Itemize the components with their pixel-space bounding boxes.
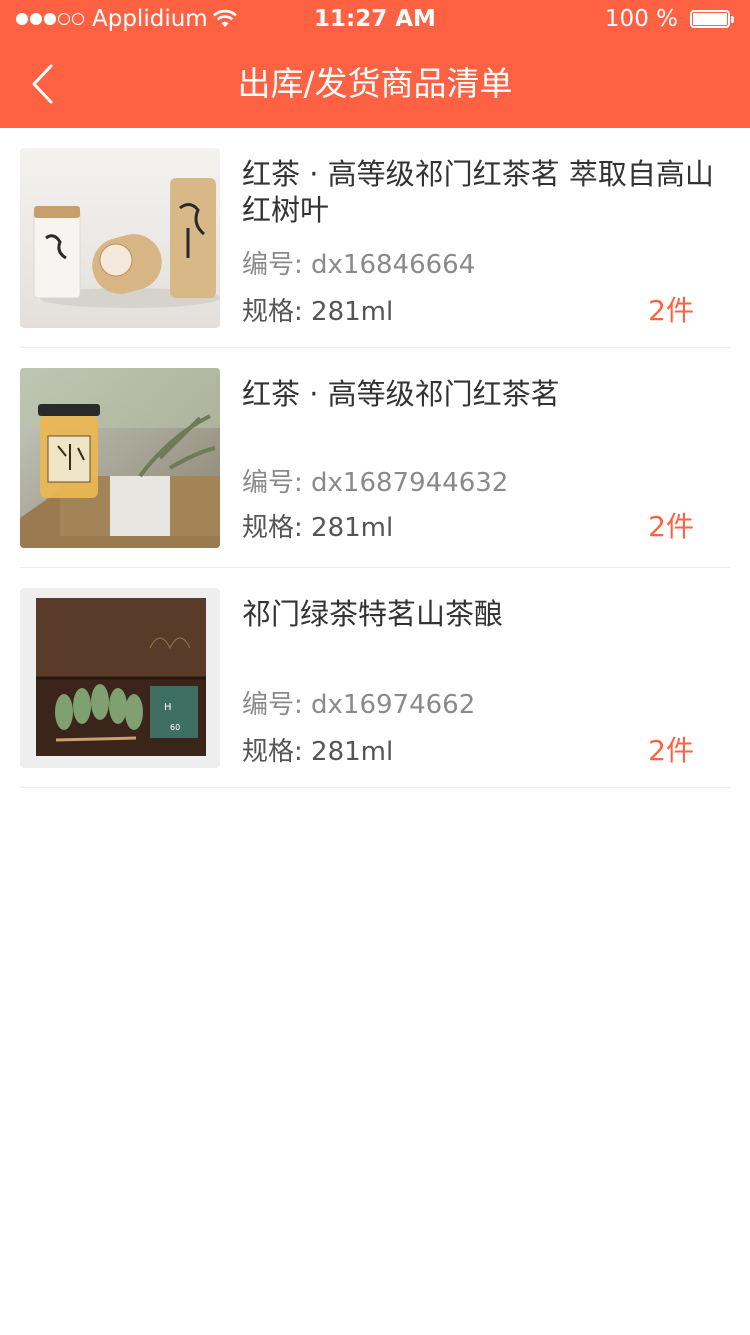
- product-image: H 60: [20, 588, 220, 768]
- product-spec-line: 规格: 281ml: [242, 737, 394, 767]
- battery-icon: [690, 10, 736, 30]
- svg-text:H: H: [164, 702, 172, 713]
- status-bar: Applidium 11:27 AM 100 %: [0, 0, 750, 40]
- product-code-line: 编号: dx1687944632: [242, 468, 509, 498]
- list-item[interactable]: 红茶 · 高等级祁门红茶茗 编号: dx1687944632 规格: 281ml…: [20, 348, 730, 568]
- page-title: 出库/发货商品清单: [237, 64, 513, 103]
- battery-percent: 100 %: [604, 6, 678, 32]
- product-quantity: 2件: [648, 510, 694, 543]
- header-bar: Applidium 11:27 AM 100 % 出库/发货商品清单: [0, 0, 750, 128]
- product-code: dx16974662: [311, 690, 476, 720]
- product-name: 红茶 · 高等级祁门红茶茗 萃取自高山红树叶: [242, 157, 714, 227]
- product-list: 红茶 · 高等级祁门红茶茗 萃取自高山红树叶 编号: dx16846664 规格…: [0, 128, 750, 788]
- product-spec: 281ml: [311, 737, 394, 767]
- product-code-line: 编号: dx16974662: [242, 690, 476, 720]
- product-spec: 281ml: [311, 513, 394, 543]
- product-code-line: 编号: dx16846664: [242, 250, 476, 280]
- product-code: dx16846664: [311, 250, 476, 280]
- product-spec-line: 规格: 281ml: [242, 297, 394, 327]
- product-image: [20, 368, 220, 548]
- list-item[interactable]: H 60 祁门绿茶特茗山茶酿 编号: dx16974662 规格: 281ml …: [20, 568, 730, 788]
- product-spec: 281ml: [311, 297, 394, 327]
- product-quantity: 2件: [648, 294, 694, 327]
- product-image: [20, 148, 220, 328]
- product-name: 祁门绿茶特茗山茶酿: [242, 597, 504, 631]
- product-spec-line: 规格: 281ml: [242, 513, 394, 543]
- product-quantity: 2件: [648, 734, 694, 767]
- product-name: 红茶 · 高等级祁门红茶茗: [242, 377, 560, 411]
- list-item[interactable]: 红茶 · 高等级祁门红茶茗 萃取自高山红树叶 编号: dx16846664 规格…: [20, 128, 730, 348]
- svg-text:60: 60: [170, 723, 180, 732]
- product-code: dx1687944632: [311, 468, 509, 498]
